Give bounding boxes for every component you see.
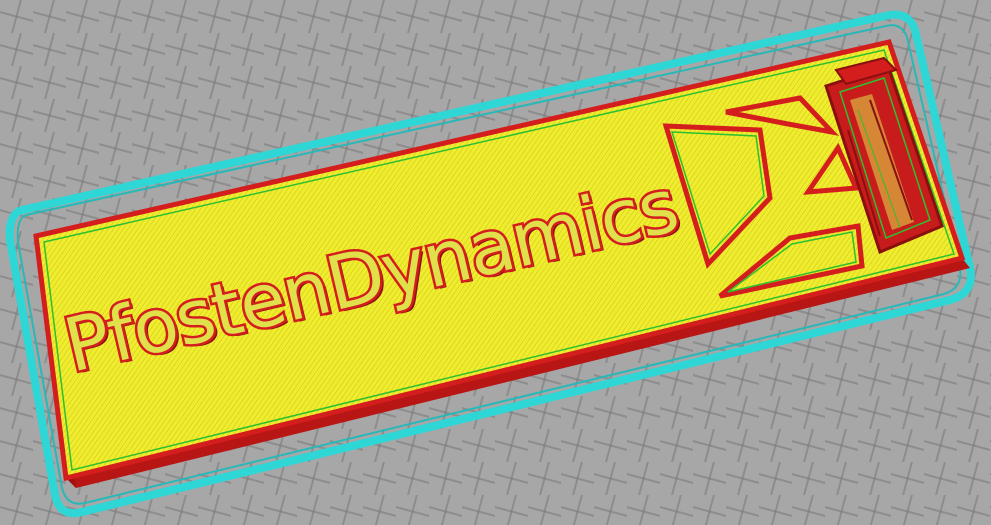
build-plate-canvas: PfostenDynamics PfostenDynamics — [5, 10, 975, 518]
slicer-layer-view[interactable]: PfostenDynamics PfostenDynamics — [0, 0, 991, 525]
